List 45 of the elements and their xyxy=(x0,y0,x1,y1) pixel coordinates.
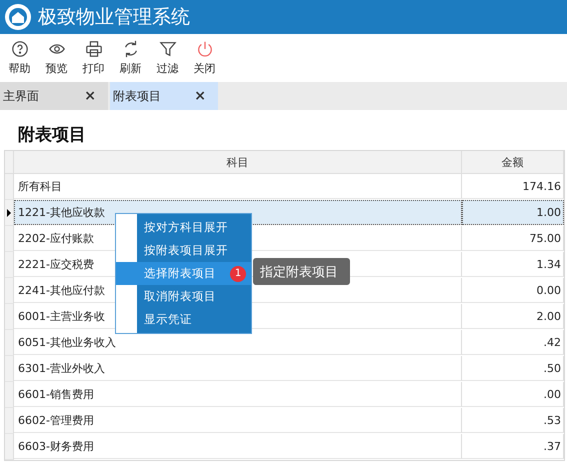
toolbar-button[interactable]: 刷新 xyxy=(114,40,147,76)
help-icon xyxy=(10,40,28,58)
step-badge: 1 xyxy=(230,266,246,282)
tab[interactable]: 主界面 × xyxy=(0,82,108,110)
menu-item[interactable]: 显示凭证 xyxy=(116,308,251,331)
power-icon xyxy=(196,40,214,58)
tab[interactable]: 附表项目 × xyxy=(110,82,218,110)
toolbar-button[interactable]: 帮助 xyxy=(3,40,36,76)
menu-item-label: 显示凭证 xyxy=(144,312,192,327)
toolbar-button[interactable]: 预览 xyxy=(40,40,73,76)
table-cell: 6603-财务费用 xyxy=(14,434,462,459)
table-cell: 6301-营业外收入 xyxy=(14,356,462,381)
table-cell: 6051-其他业务收入 xyxy=(14,330,462,355)
toolbar-button[interactable]: 关闭 xyxy=(188,40,221,76)
table-cell: .53 xyxy=(462,408,564,433)
table-cell: 所有科目 xyxy=(14,174,462,199)
toolbar-button[interactable]: 打印 xyxy=(77,40,110,76)
table-cell: 75.00 xyxy=(462,226,564,251)
toolbar-button[interactable]: 过滤 xyxy=(151,40,184,76)
table-cell: .00 xyxy=(462,382,564,407)
tab-label: 主界面 xyxy=(3,88,39,104)
close-button[interactable]: × xyxy=(194,88,206,104)
print-icon xyxy=(84,40,102,58)
menu-item[interactable]: 选择附表项目 1 xyxy=(116,262,251,285)
table-cell: .42 xyxy=(462,330,564,355)
table-cell: 6601-销售费用 xyxy=(14,382,462,407)
tab-label: 附表项目 xyxy=(113,88,161,104)
table-cell: .50 xyxy=(462,356,564,381)
house-logo-icon xyxy=(4,3,32,31)
table-cell: 174.16 xyxy=(462,174,564,199)
column-header[interactable]: 金额 xyxy=(462,151,564,174)
current-row-icon xyxy=(7,208,11,216)
menu-item-label: 取消附表项目 xyxy=(144,289,216,304)
table-cell: 0.00 xyxy=(462,278,564,303)
table-cell: 6602-管理费用 xyxy=(14,408,462,433)
table-cell: 1.00 xyxy=(462,200,564,225)
table-cell: .37 xyxy=(462,434,564,459)
filter-icon xyxy=(158,40,176,58)
table-cell: 1.34 xyxy=(462,252,564,277)
close-button[interactable]: × xyxy=(84,88,96,104)
column-header[interactable]: 科目 xyxy=(14,151,462,174)
row-header[interactable] xyxy=(5,200,14,226)
app-title: 极致物业管理系统 xyxy=(38,5,190,30)
table-cell: 2.00 xyxy=(462,304,564,329)
tooltip: 指定附表项目 xyxy=(253,258,350,285)
